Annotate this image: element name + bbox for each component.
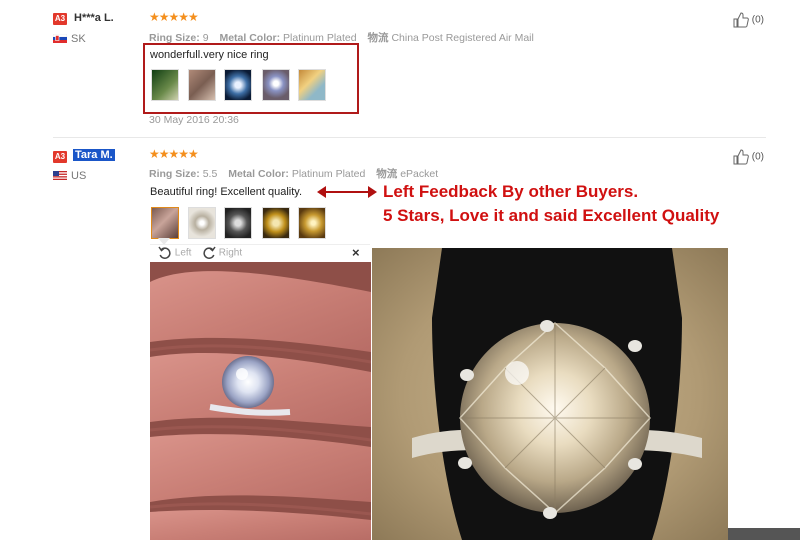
rating-stars: ★★★★★	[149, 10, 199, 24]
reviewer-country: SK	[71, 33, 86, 45]
review-photo-thumb[interactable]	[262, 69, 290, 101]
rotate-right-label: Right	[218, 247, 243, 259]
review-photo-thumb[interactable]	[151, 69, 179, 101]
review-text: wonderfull.very nice ring	[150, 49, 269, 61]
rating-stars: ★★★★★	[149, 147, 199, 161]
helpful-count: (0)	[751, 151, 765, 163]
helpful-button[interactable]: (0)	[733, 149, 764, 165]
metal-color-value: Platinum Plated	[291, 168, 366, 180]
flag-sk-icon	[53, 34, 67, 43]
metal-color-label: Metal Color:	[228, 168, 289, 180]
helpful-count: (0)	[751, 14, 765, 26]
rotate-right-icon	[203, 246, 216, 259]
shipping-value: ePacket	[400, 168, 439, 180]
helpful-button[interactable]: (0)	[733, 12, 764, 28]
annotation-line-2: 5 Stars, Love it and said Excellent Qual…	[383, 206, 720, 225]
thumbs-up-icon	[733, 12, 749, 28]
review-date: 30 May 2016 20:36	[149, 114, 239, 126]
buyer-level-badge: A3	[53, 151, 67, 163]
review-photo-ring-closeup[interactable]	[372, 248, 728, 540]
review-photo-thumb[interactable]	[298, 69, 326, 101]
flag-us-icon	[53, 171, 67, 180]
rotate-right-button[interactable]: Right	[202, 246, 242, 260]
review-text: Beautiful ring! Excellent quality.	[150, 186, 303, 198]
review-attributes: Ring Size: 5.5 Metal Color: Platinum Pla…	[149, 166, 446, 181]
review-photo-thumb[interactable]	[298, 207, 326, 239]
shipping-value: China Post Registered Air Mail	[391, 32, 534, 44]
reviewer-country: US	[71, 170, 87, 182]
review-photo-thumb[interactable]	[224, 207, 252, 239]
buyer-level-badge: A3	[53, 13, 67, 25]
ring-size-value: 5.5	[202, 168, 218, 180]
review-divider	[53, 137, 766, 138]
review-photo-thumb-selected[interactable]	[151, 207, 179, 239]
double-arrow-icon	[317, 186, 377, 198]
review-photo-thumb[interactable]	[188, 69, 216, 101]
close-viewer-button[interactable]: ×	[352, 245, 360, 260]
rotate-left-icon	[158, 246, 171, 259]
review-photo-thumb[interactable]	[188, 207, 216, 239]
reviewer-name[interactable]: Tara M.	[73, 149, 115, 161]
rotate-left-label: Left	[174, 247, 192, 259]
annotation-line-1: Left Feedback By other Buyers.	[383, 182, 639, 201]
page-footer-strip	[728, 528, 800, 540]
shipping-label: 物流	[376, 168, 398, 180]
shipping-label: 物流	[367, 32, 389, 44]
reviewer-name[interactable]: H***a L.	[74, 12, 114, 24]
review-photo-hand[interactable]	[150, 262, 371, 540]
rotate-left-button[interactable]: Left	[158, 246, 191, 260]
ring-size-label: Ring Size:	[149, 168, 200, 180]
review-photo-thumb[interactable]	[262, 207, 290, 239]
thumbs-up-icon	[733, 149, 749, 165]
review-photo-thumb[interactable]	[224, 69, 252, 101]
